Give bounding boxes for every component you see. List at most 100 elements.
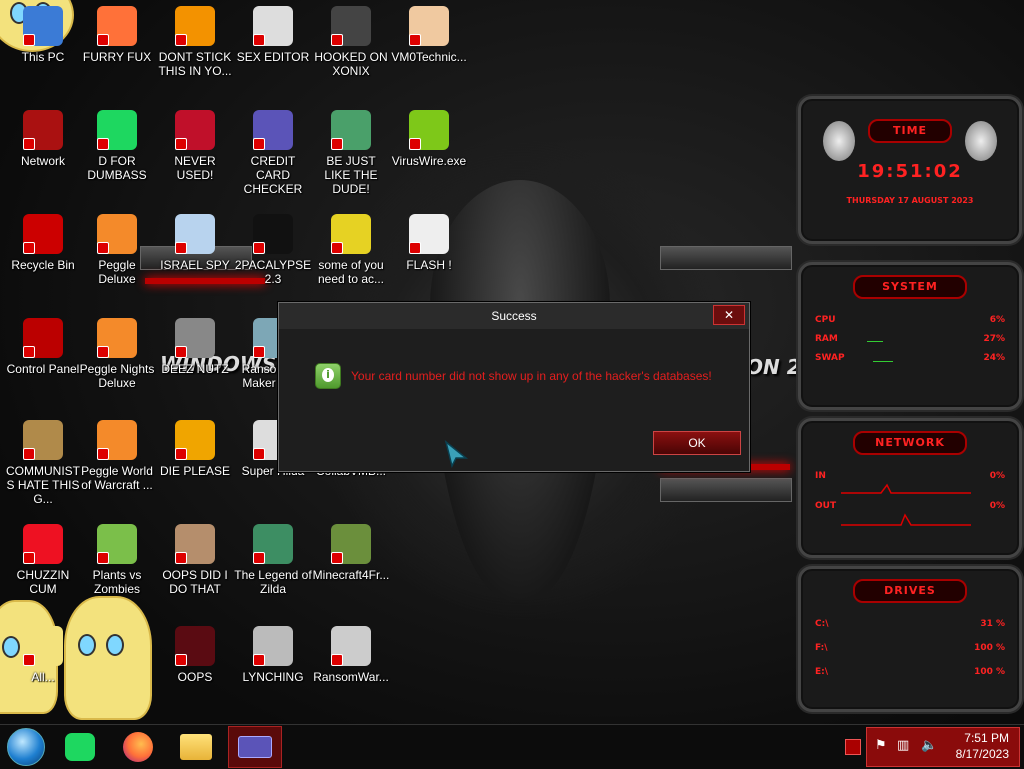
- desktop-icon[interactable]: DIE PLEASE: [156, 420, 234, 478]
- shortcut-arrow-icon: [253, 654, 265, 666]
- money-bag-icon: [23, 420, 63, 460]
- desktop-icon-label: This PC: [21, 50, 65, 64]
- desktop-icon[interactable]: 2PACALYPSE 2.3: [234, 214, 312, 286]
- desktop-icon[interactable]: Control Panel: [4, 318, 82, 376]
- shortcut-arrow-icon: [175, 552, 187, 564]
- drive-c-row: C:\ 31 %: [801, 619, 1019, 629]
- desktop-icon[interactable]: COMMUNISTS HATE THIS G...: [4, 420, 82, 506]
- desktop-icon[interactable]: HOOKED ON XONIX: [312, 6, 390, 78]
- explorer-taskbar-button[interactable]: [174, 729, 218, 765]
- desktop-icon[interactable]: D FOR DUMBASS: [78, 110, 156, 182]
- spotify-icon: [65, 733, 95, 761]
- drive-c-value: 31 %: [980, 619, 1005, 629]
- desktop-icon[interactable]: Plants vs Zombies: [78, 524, 156, 596]
- shortcut-arrow-icon: [97, 448, 109, 460]
- flag-icon[interactable]: ⚑: [875, 738, 887, 753]
- network-status-icon[interactable]: ▥: [897, 738, 909, 753]
- dialog-title-bar[interactable]: Success ✕: [279, 303, 749, 329]
- wallpaper-bar: [660, 478, 792, 502]
- show-hidden-icons-button[interactable]: [845, 739, 861, 755]
- swap-value: 24%: [983, 353, 1005, 363]
- zelda-icon: [253, 524, 293, 564]
- drives-gadget-title: DRIVES: [853, 579, 967, 603]
- devcpp-icon: [175, 110, 215, 150]
- shortcut-arrow-icon: [331, 138, 343, 150]
- desktop-icon-label: Peggle World of Warcraft ...: [81, 464, 153, 492]
- desktop-icon[interactable]: ISRAEL SPY: [156, 214, 234, 272]
- desktop-icon[interactable]: DONT STICK THIS IN YO...: [156, 6, 234, 78]
- desktop-icon[interactable]: OOPS: [156, 626, 234, 684]
- desktop-icon[interactable]: RansomWar...: [312, 626, 390, 684]
- system-gadget[interactable]: SYSTEM CPU 6% RAM 27% SWAP 24%: [798, 262, 1022, 410]
- spotify-taskbar-button[interactable]: [58, 729, 102, 765]
- credit-card-icon: [253, 110, 293, 150]
- desktop-icon[interactable]: This PC: [4, 6, 82, 64]
- net-out-label: OUT: [815, 501, 837, 511]
- desktop-icon[interactable]: LYNCHING: [234, 626, 312, 684]
- desktop-icon[interactable]: Peggle Deluxe: [78, 214, 156, 286]
- swap-graph-line: [873, 361, 893, 362]
- swap-label: SWAP: [815, 353, 845, 363]
- desktop-icon-label: Peggle Nights Deluxe: [79, 362, 155, 390]
- desktop-icon[interactable]: Peggle Nights Deluxe: [78, 318, 156, 390]
- desktop-icon-label: CHUZZIN CUM: [16, 568, 70, 596]
- taskbar-clock[interactable]: 7:51 PM 8/17/2023: [956, 730, 1009, 762]
- desktop-icon[interactable]: BE JUST LIKE THE DUDE!: [312, 110, 390, 196]
- shortcut-arrow-icon: [253, 138, 265, 150]
- network-gadget[interactable]: NETWORK IN 0% OUT 0%: [798, 418, 1022, 558]
- drives-gadget[interactable]: DRIVES C:\ 31 % F:\ 100 % E:\ 100 %: [798, 566, 1022, 712]
- desktop-icon-label: DONT STICK THIS IN YO...: [158, 50, 232, 78]
- shortcut-arrow-icon: [253, 448, 265, 460]
- ram-row: RAM 27%: [801, 334, 1019, 344]
- desktop-icon[interactable]: VirusWire.exe: [390, 110, 468, 168]
- shortcut-arrow-icon: [409, 138, 421, 150]
- desktop-icon-label: D FOR DUMBASS: [87, 154, 147, 182]
- desktop-icon[interactable]: The Legend of Zilda: [234, 524, 312, 596]
- firefox-taskbar-button[interactable]: [116, 729, 160, 765]
- credit-card-taskbar-button[interactable]: [228, 726, 282, 768]
- drive-e-value: 100 %: [974, 667, 1005, 677]
- shortcut-arrow-icon: [23, 654, 35, 666]
- desktop-icon[interactable]: some of you need to ac...: [312, 214, 390, 286]
- desktop-icon-label: Plants vs Zombies: [92, 568, 142, 596]
- desktop-icon[interactable]: VM0Technic...: [390, 6, 468, 64]
- ok-button[interactable]: OK: [653, 431, 741, 455]
- desktop-icon[interactable]: OOPS DID I DO THAT: [156, 524, 234, 596]
- drive-f-row: F:\ 100 %: [801, 643, 1019, 653]
- xonix-icon: [331, 6, 371, 46]
- desktop-icon[interactable]: Recycle Bin: [4, 214, 82, 272]
- desktop-icon[interactable]: Peggle World of Warcraft ...: [78, 420, 156, 492]
- desktop-icon-label: Network: [20, 154, 65, 168]
- doctor-icon: [409, 6, 449, 46]
- volume-icon[interactable]: 🔈: [921, 738, 937, 753]
- shortcut-arrow-icon: [409, 34, 421, 46]
- desktop-icon[interactable]: All...: [4, 626, 82, 684]
- control-panel-icon: [23, 318, 63, 358]
- desktop-icon-label: COMMUNISTS HATE THIS G...: [6, 464, 80, 506]
- adobe-de-icon: [175, 420, 215, 460]
- dialog-close-button[interactable]: ✕: [713, 305, 745, 325]
- desktop-icon[interactable]: Network: [4, 110, 82, 168]
- time-gadget[interactable]: TIME 19:51:02 THURSDAY 17 AUGUST 2023: [798, 96, 1022, 244]
- desktop-icon-label: OOPS: [177, 670, 213, 684]
- desktop-icon-label: RansomWar...: [313, 670, 389, 684]
- desktop-icon-label: Peggle Deluxe: [98, 258, 136, 286]
- desktop-icon[interactable]: FLASH !: [390, 214, 468, 272]
- desktop-icon[interactable]: SEX EDITOR: [234, 6, 312, 64]
- cpu-value: 6%: [989, 315, 1005, 325]
- desktop-icon[interactable]: Minecraft4Fr...: [312, 524, 390, 582]
- desktop-icon[interactable]: DEEZ NUTZ: [156, 318, 234, 376]
- pvz-icon: [97, 524, 137, 564]
- spy-icon: [175, 214, 215, 254]
- desktop-icon[interactable]: FURRY FUX: [78, 6, 156, 64]
- desktop-icon[interactable]: CHUZZIN CUM: [4, 524, 82, 596]
- dialog-title: Success: [491, 309, 537, 323]
- swap-row: SWAP 24%: [801, 353, 1019, 363]
- desktop-icon[interactable]: CREDIT CARD CHECKER: [234, 110, 312, 196]
- shortcut-arrow-icon: [23, 448, 35, 460]
- cpu-label: CPU: [815, 315, 836, 325]
- start-button[interactable]: [4, 728, 48, 766]
- desktop-icon[interactable]: NEVER USED!: [156, 110, 234, 182]
- desktop-icon-label: VM0Technic...: [391, 50, 467, 64]
- recycle-bin-icon: [23, 214, 63, 254]
